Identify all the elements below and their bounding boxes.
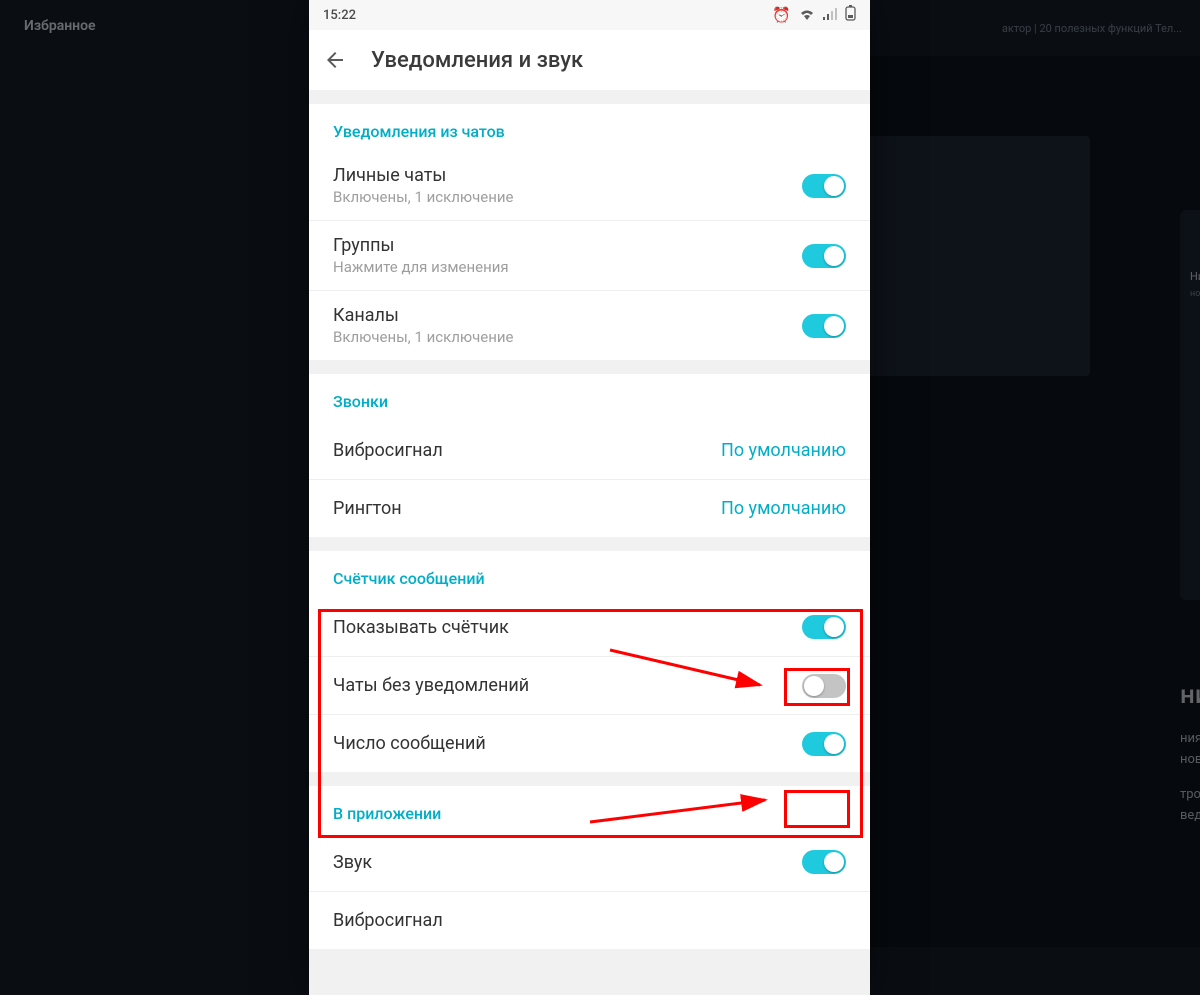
section-header-counter: Счётчик сообщений xyxy=(309,551,870,598)
row-title: Показывать счётчик xyxy=(333,617,802,638)
status-icons: ⏰ xyxy=(772,5,856,25)
alarm-icon: ⏰ xyxy=(772,6,791,24)
row-title: Число сообщений xyxy=(333,733,802,754)
toggle-groups[interactable] xyxy=(802,244,846,268)
row-value: По умолчанию xyxy=(721,498,846,519)
row-muted-chats[interactable]: Чаты без уведомлений xyxy=(309,656,870,714)
section-chats: Уведомления из чатов Личные чаты Включен… xyxy=(309,104,870,360)
row-sub: Включены, 1 исключение xyxy=(333,188,802,206)
row-show-counter[interactable]: Показывать счётчик xyxy=(309,598,870,656)
row-title: Каналы xyxy=(333,305,802,326)
row-title: Вибросигнал xyxy=(333,910,846,931)
section-calls: Звонки Вибросигнал По умолчанию Рингтон … xyxy=(309,374,870,537)
toggle-inapp-sound[interactable] xyxy=(802,850,846,874)
wifi-icon xyxy=(799,6,815,24)
section-inapp: В приложении Звук Вибросигнал xyxy=(309,786,870,949)
section-header-inapp: В приложении xyxy=(309,786,870,833)
row-title: Чаты без уведомлений xyxy=(333,675,802,696)
row-title: Звук xyxy=(333,852,802,873)
toggle-message-count[interactable] xyxy=(802,732,846,756)
row-title: Личные чаты xyxy=(333,165,802,186)
row-value: По умолчанию xyxy=(721,440,846,461)
phone-screenshot: 15:22 ⏰ Уведомления и звук Уведомления и… xyxy=(309,0,870,995)
row-sub: Включены, 1 исключение xyxy=(333,328,802,346)
status-time: 15:22 xyxy=(323,8,356,23)
row-sub: Нажмите для изменения xyxy=(333,258,802,276)
section-counter: Счётчик сообщений Показывать счётчик Чат… xyxy=(309,551,870,772)
row-message-count[interactable]: Число сообщений xyxy=(309,714,870,772)
row-title: Рингтон xyxy=(333,498,721,519)
toggle-private-chats[interactable] xyxy=(802,174,846,198)
section-header-calls: Звонки xyxy=(309,374,870,421)
row-call-vibrate[interactable]: Вибросигнал По умолчанию xyxy=(309,421,870,479)
row-title: Группы xyxy=(333,235,802,256)
row-channels[interactable]: Каналы Включены, 1 исключение xyxy=(309,290,870,360)
section-header-chats: Уведомления из чатов xyxy=(309,104,870,151)
toggle-show-counter[interactable] xyxy=(802,615,846,639)
signal-icon xyxy=(823,6,837,24)
row-groups[interactable]: Группы Нажмите для изменения xyxy=(309,220,870,290)
row-inapp-vibrate[interactable]: Вибросигнал xyxy=(309,891,870,949)
row-private-chats[interactable]: Личные чаты Включены, 1 исключение xyxy=(309,151,870,220)
toggle-muted-chats[interactable] xyxy=(802,674,846,698)
toggle-channels[interactable] xyxy=(802,314,846,338)
app-bar: Уведомления и звук xyxy=(309,30,870,90)
back-button[interactable] xyxy=(321,46,349,74)
page-title: Уведомления и звук xyxy=(371,48,583,73)
row-inapp-sound[interactable]: Звук xyxy=(309,833,870,891)
row-call-ringtone[interactable]: Рингтон По умолчанию xyxy=(309,479,870,537)
status-bar: 15:22 ⏰ xyxy=(309,0,870,30)
battery-icon xyxy=(845,5,856,25)
row-title: Вибросигнал xyxy=(333,440,721,461)
